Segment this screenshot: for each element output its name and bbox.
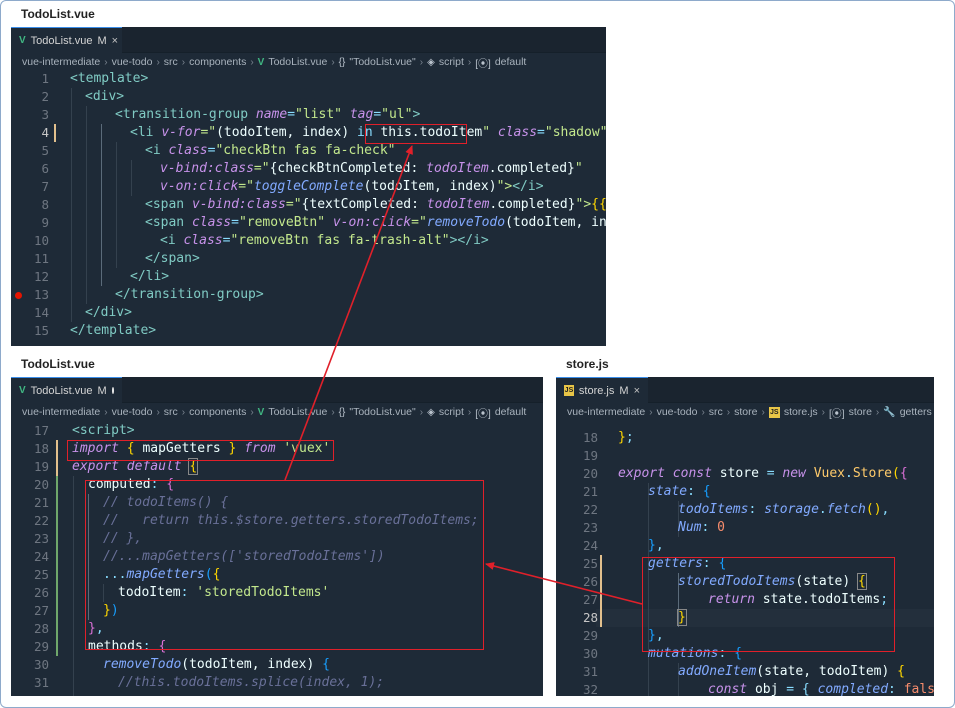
annotation-arrows [284,145,643,605]
arrow-getters-to-computed [485,562,643,605]
arrow-computed-to-template [284,145,413,481]
